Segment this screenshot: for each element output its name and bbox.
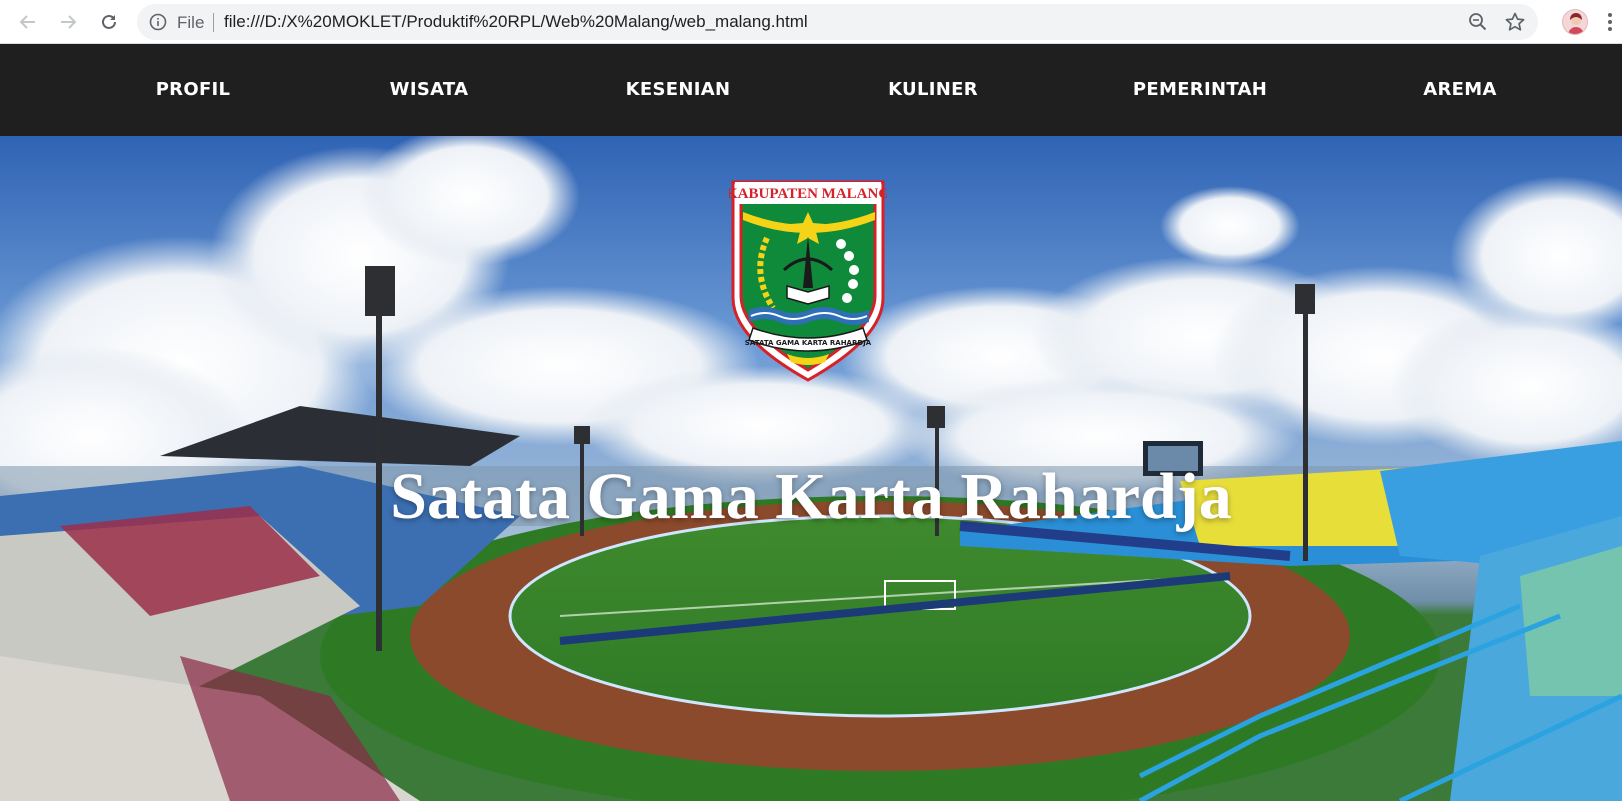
svg-text:SATATA GAMA KARTA RAHARDJA: SATATA GAMA KARTA RAHARDJA: [745, 339, 872, 347]
info-icon[interactable]: [149, 13, 167, 31]
nav-link-kesenian[interactable]: KESENIAN: [626, 79, 731, 100]
nav-link-kuliner[interactable]: KULINER: [888, 79, 978, 100]
profile-avatar[interactable]: [1562, 9, 1588, 35]
svg-text:KABUPATEN MALANG: KABUPATEN MALANG: [729, 186, 887, 202]
browser-toolbar: File file:///D:/X%20MOKLET/Produktif%20R…: [0, 0, 1622, 44]
reload-icon[interactable]: [95, 8, 123, 36]
address-bar[interactable]: File file:///D:/X%20MOKLET/Produktif%20R…: [137, 4, 1538, 40]
omnibox-divider: [213, 13, 214, 32]
kabupaten-malang-emblem: KABUPATEN MALANG SATATA GAMA KARTA RAHAR…: [726, 178, 890, 384]
nav-link-wisata[interactable]: WISATA: [390, 79, 469, 100]
nav-link-arema[interactable]: AREMA: [1423, 79, 1496, 100]
nav-link-profil[interactable]: PROFIL: [156, 79, 231, 100]
back-arrow-icon[interactable]: [14, 8, 42, 36]
url-text[interactable]: file:///D:/X%20MOKLET/Produktif%20RPL/We…: [224, 12, 808, 32]
hero-banner: KABUPATEN MALANG SATATA GAMA KARTA RAHAR…: [0, 136, 1622, 801]
scheme-label: File: [177, 13, 205, 32]
menu-dots-icon[interactable]: [1607, 10, 1613, 34]
nav-link-pemerintah[interactable]: PEMERINTAH: [1133, 79, 1267, 100]
site-navbar: PROFIL WISATA KESENIAN KULINER PEMERINTA…: [0, 44, 1622, 136]
hero-title: Satata Gama Karta Rahardja: [390, 460, 1232, 533]
zoom-icon[interactable]: [1468, 12, 1488, 32]
forward-arrow-icon[interactable]: [54, 8, 82, 36]
bookmark-star-icon[interactable]: [1504, 11, 1526, 33]
